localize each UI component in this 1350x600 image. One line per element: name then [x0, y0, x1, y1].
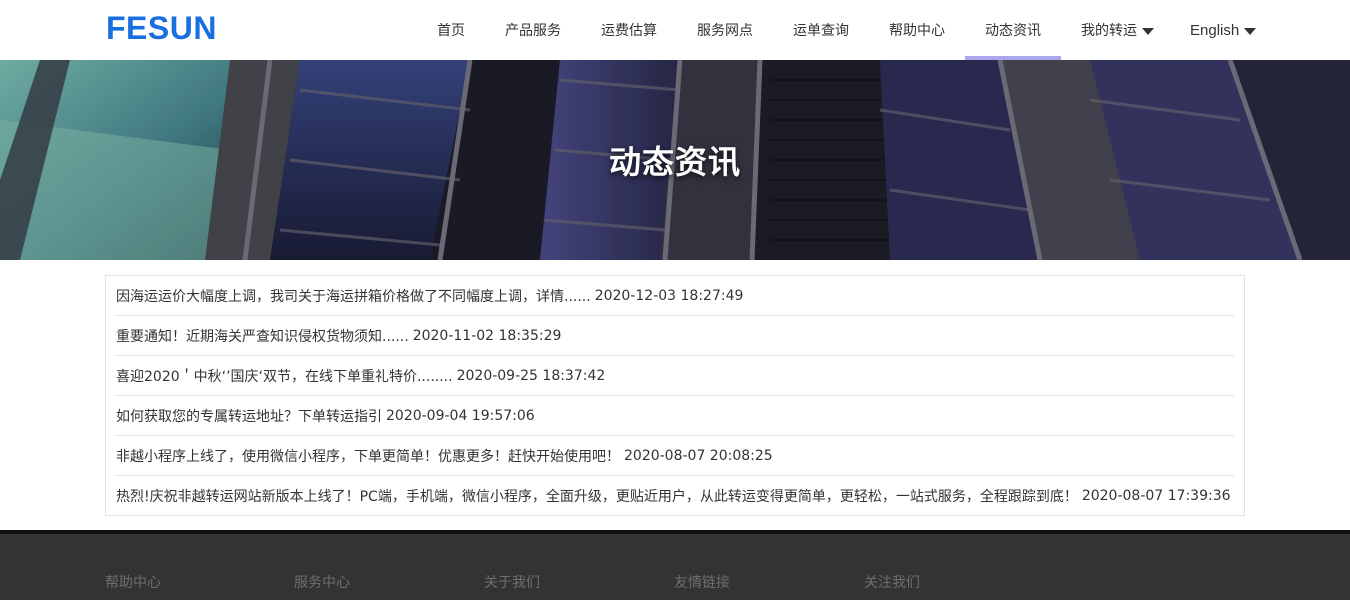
- footer-help-center[interactable]: 帮助中心: [105, 572, 161, 592]
- nav-label: 动态资讯: [985, 23, 1041, 39]
- nav-item-news[interactable]: 动态资讯: [965, 0, 1061, 60]
- logo[interactable]: FESUN: [106, 10, 217, 47]
- news-date: 2020-11-02 18:35:29: [412, 327, 562, 344]
- news-date: 2020-09-04 19:57:06: [386, 407, 535, 424]
- news-item[interactable]: 重要通知！近期海关严查知识侵权货物须知...... 2020-11-02 18:…: [116, 316, 1234, 356]
- caret-down-icon: [1142, 27, 1154, 35]
- nav-item-service-points[interactable]: 服务网点: [677, 0, 773, 60]
- banner-title: 动态资讯: [608, 143, 741, 181]
- news-item[interactable]: 因海运运价大幅度上调，我司关于海运拼箱价格做了不同幅度上调，详情...... 2…: [116, 276, 1234, 316]
- news-title: 热烈!庆祝非越转运网站新版本上线了！PC端，手机端，微信小程序，全面升级，更贴近…: [116, 489, 1078, 505]
- nav-label: 运费估算: [601, 23, 657, 39]
- nav-label: 首页: [437, 23, 465, 39]
- nav-item-help-center[interactable]: 帮助中心: [869, 0, 965, 60]
- nav-item-home[interactable]: 首页: [417, 0, 485, 60]
- nav-item-my-forwarding[interactable]: 我的转运: [1061, 0, 1174, 60]
- news-item[interactable]: 如何获取您的专属转运地址？下单转运指引 2020-09-04 19:57:06: [116, 396, 1234, 436]
- news-item[interactable]: 热烈!庆祝非越转运网站新版本上线了！PC端，手机端，微信小程序，全面升级，更贴近…: [116, 476, 1234, 516]
- site-header: FESUN 首页 产品服务 运费估算 服务网点 运单查询 帮助中心 动态资讯 我…: [0, 0, 1350, 60]
- site-footer: 帮助中心 服务中心 关于我们 友情链接 关注我们: [0, 530, 1350, 600]
- news-title: 重要通知！近期海关严查知识侵权货物须知......: [116, 328, 409, 345]
- nav-label: 运单查询: [793, 23, 849, 39]
- news-item[interactable]: 非越小程序上线了，使用微信小程序，下单更简单！优惠更多！赶快开始使用吧！ 202…: [116, 436, 1234, 476]
- news-item[interactable]: 喜迎2020＇中秋‘’国庆‘双节，在线下单重礼特价........ 2020-0…: [116, 356, 1234, 396]
- nav-label: 我的转运: [1081, 23, 1137, 39]
- nav-item-freight-estimate[interactable]: 运费估算: [581, 0, 677, 60]
- footer-friendly-links[interactable]: 友情链接: [674, 572, 730, 592]
- language-selector[interactable]: English: [1174, 0, 1266, 60]
- news-title: 喜迎2020＇中秋‘’国庆‘双节，在线下单重礼特价........: [116, 368, 453, 385]
- news-title: 非越小程序上线了，使用微信小程序，下单更简单！优惠更多！赶快开始使用吧！: [116, 448, 620, 465]
- footer-about-us[interactable]: 关于我们: [484, 572, 540, 592]
- news-list: 因海运运价大幅度上调，我司关于海运拼箱价格做了不同幅度上调，详情...... 2…: [106, 276, 1244, 516]
- news-list-panel: 因海运运价大幅度上调，我司关于海运拼箱价格做了不同幅度上调，详情...... 2…: [105, 275, 1245, 516]
- footer-service-center[interactable]: 服务中心: [294, 572, 350, 592]
- nav-label: 服务网点: [697, 23, 753, 39]
- news-title: 因海运运价大幅度上调，我司关于海运拼箱价格做了不同幅度上调，详情......: [116, 288, 591, 305]
- caret-down-icon: [1244, 27, 1257, 35]
- nav-item-tracking[interactable]: 运单查询: [773, 0, 869, 60]
- nav-label: 帮助中心: [889, 23, 945, 39]
- footer-follow-us[interactable]: 关注我们: [864, 572, 920, 592]
- news-date: 2020-08-07 17:39:36: [1081, 488, 1231, 504]
- language-label: English: [1190, 21, 1240, 39]
- nav-item-products[interactable]: 产品服务: [485, 0, 581, 60]
- news-date: 2020-09-25 18:37:42: [456, 367, 606, 384]
- nav-label: 产品服务: [505, 23, 561, 39]
- news-date: 2020-08-07 20:08:25: [624, 447, 773, 464]
- news-date: 2020-12-03 18:27:49: [594, 287, 744, 304]
- news-title: 如何获取您的专属转运地址？下单转运指引: [116, 408, 382, 425]
- page-banner: 动态资讯: [0, 60, 1350, 260]
- main-nav: 首页 产品服务 运费估算 服务网点 运单查询 帮助中心 动态资讯 我的转运 En…: [417, 0, 1266, 60]
